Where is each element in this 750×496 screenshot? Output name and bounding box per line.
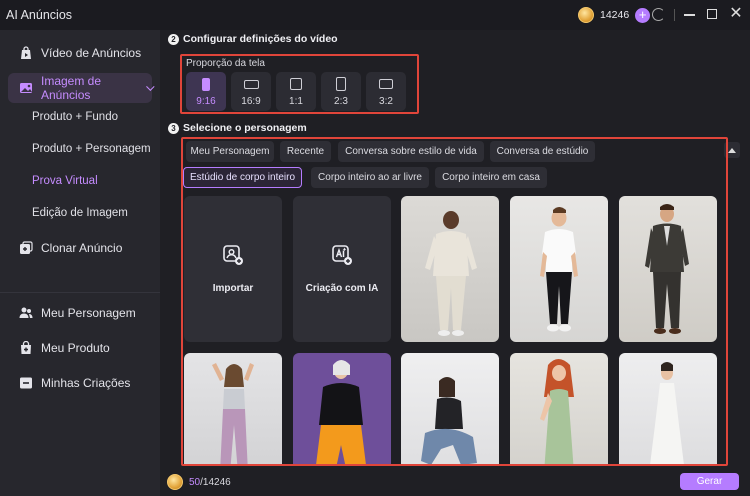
refresh-icon[interactable]	[652, 8, 665, 21]
coin-icon	[578, 7, 594, 23]
close-icon[interactable]: ✕	[729, 6, 743, 22]
sidebar-item-video-ads[interactable]: Vídeo de Anúncios	[8, 38, 152, 68]
step-title-text: Configurar definições do vídeo	[183, 33, 338, 45]
character-selection-panel: Meu Personagem Recente Conversa sobre es…	[181, 137, 728, 466]
character-card[interactable]	[619, 353, 717, 464]
credits-pill: 14246 +	[578, 6, 651, 24]
ratio-option-label: 9:16	[196, 96, 216, 107]
character-card[interactable]	[401, 196, 499, 342]
ratio-label: Proporção da tela	[186, 58, 265, 69]
ratio-option-label: 1:1	[289, 96, 303, 107]
import-card[interactable]: Importar	[184, 196, 282, 342]
character-card[interactable]	[293, 353, 391, 464]
character-card[interactable]	[510, 196, 608, 342]
sidebar-item-label: Imagem de Anúncios	[41, 74, 102, 102]
ratio-option-label: 16:9	[241, 96, 261, 107]
square-ratio-icon	[290, 78, 302, 90]
maximize-icon[interactable]	[707, 9, 717, 19]
character-photo	[645, 204, 689, 334]
product-bag-icon	[19, 341, 33, 355]
portrait-ratio-icon	[202, 78, 210, 91]
titlebar-divider	[674, 9, 675, 21]
sidebar-item-clone-ad[interactable]: Clonar Anúncio	[8, 233, 152, 263]
ratio-option-1-1[interactable]: 1:1	[276, 72, 316, 111]
sidebar-subitem-product-character[interactable]: Produto + Personagem	[32, 143, 151, 155]
generate-button[interactable]: Gerar	[680, 473, 739, 490]
tab-my-character[interactable]: Meu Personagem	[186, 141, 274, 162]
cost-indicator: 50/14246	[167, 474, 231, 490]
minimize-icon[interactable]	[684, 14, 695, 16]
step-number: 2	[168, 33, 179, 45]
landscape-ratio-icon	[379, 79, 393, 89]
tab-home-full-body[interactable]: Corpo inteiro em casa	[435, 167, 547, 188]
step-title-text: Selecione o personagem	[183, 122, 307, 134]
title-bar: AI Anúncios 14246 + ✕	[0, 0, 750, 30]
step-number: 3	[168, 122, 179, 134]
video-bag-icon	[19, 46, 33, 60]
tab-studio-full-body[interactable]: Estúdio de corpo inteiro	[183, 167, 302, 188]
character-card[interactable]	[619, 196, 717, 342]
ratio-option-label: 2:3	[334, 96, 348, 107]
import-label: Importar	[212, 283, 254, 294]
tab-outdoor-full-body[interactable]: Corpo inteiro ao ar livre	[311, 167, 429, 188]
ratio-option-16-9[interactable]: 16:9	[231, 72, 271, 111]
sidebar-item-my-product[interactable]: Meu Produto	[8, 333, 152, 363]
chevron-down-icon	[146, 82, 155, 91]
character-photo	[421, 377, 477, 464]
tab-studio-talk[interactable]: Conversa de estúdio	[490, 141, 595, 162]
main-panel: 2 Configurar definições do vídeo Proporçã…	[160, 30, 750, 496]
ratio-option-3-2[interactable]: 3:2	[366, 72, 406, 111]
tab-recent[interactable]: Recente	[280, 141, 331, 162]
step2-title: 2 Configurar definições do vídeo	[168, 33, 338, 45]
landscape-ratio-icon	[244, 80, 259, 89]
ai-creation-label: Criação com IA	[305, 283, 379, 294]
ratio-option-label: 3:2	[379, 96, 393, 107]
cost-value: 50	[189, 476, 201, 488]
character-photo	[650, 362, 684, 464]
character-photo	[316, 360, 366, 464]
sidebar-subitem-product-background[interactable]: Produto + Fundo	[32, 111, 118, 123]
sidebar-item-label: Vídeo de Anúncios	[41, 46, 142, 60]
ratio-option-2-3[interactable]: 2:3	[321, 72, 361, 111]
character-photo	[540, 207, 578, 332]
image-ads-icon	[19, 81, 33, 95]
coin-icon	[167, 474, 183, 490]
character-photo	[212, 363, 254, 464]
character-card[interactable]	[401, 353, 499, 464]
import-person-icon	[222, 244, 244, 271]
aspect-ratio-panel: Proporção da tela 9:16 16:9 1:1 2:3 3:2	[180, 54, 419, 114]
credits-total: /14246	[200, 476, 231, 488]
credits-count: 14246	[600, 9, 630, 21]
sidebar-item-my-creations[interactable]: Minhas Criações	[8, 368, 152, 398]
sidebar-divider	[0, 292, 160, 293]
sidebar-item-label: Minhas Criações	[41, 376, 131, 390]
character-photo	[540, 359, 574, 464]
ratio-option-9-16[interactable]: 9:16	[186, 72, 226, 111]
sidebar-item-label: Clonar Anúncio	[41, 241, 123, 255]
creations-icon	[19, 376, 33, 390]
portrait-ratio-icon	[336, 77, 346, 91]
tab-lifestyle-talk[interactable]: Conversa sobre estilo de vida	[338, 141, 484, 162]
add-credits-button[interactable]: +	[635, 7, 651, 23]
sidebar-subitem-virtual-try-on[interactable]: Prova Virtual	[32, 175, 98, 187]
clone-icon	[19, 241, 33, 255]
ai-creation-icon	[331, 244, 353, 271]
sidebar-item-image-ads[interactable]: Imagem de Anúncios	[8, 73, 155, 103]
ai-creation-card[interactable]: Criação com IA	[293, 196, 391, 342]
character-photo	[425, 211, 477, 336]
sidebar-item-label: Meu Produto	[41, 341, 110, 355]
sidebar-item-label: Meu Personagem	[41, 306, 136, 320]
sidebar: Vídeo de Anúncios Imagem de Anúncios Pro…	[0, 30, 160, 496]
app-title: AI Anúncios	[6, 8, 73, 22]
character-card[interactable]	[510, 353, 608, 464]
users-icon	[19, 306, 33, 320]
sidebar-item-my-character[interactable]: Meu Personagem	[8, 298, 152, 328]
step3-title: 3 Selecione o personagem	[168, 122, 307, 134]
character-card[interactable]	[184, 353, 282, 464]
sidebar-subitem-image-editing[interactable]: Edição de Imagem	[32, 207, 128, 219]
